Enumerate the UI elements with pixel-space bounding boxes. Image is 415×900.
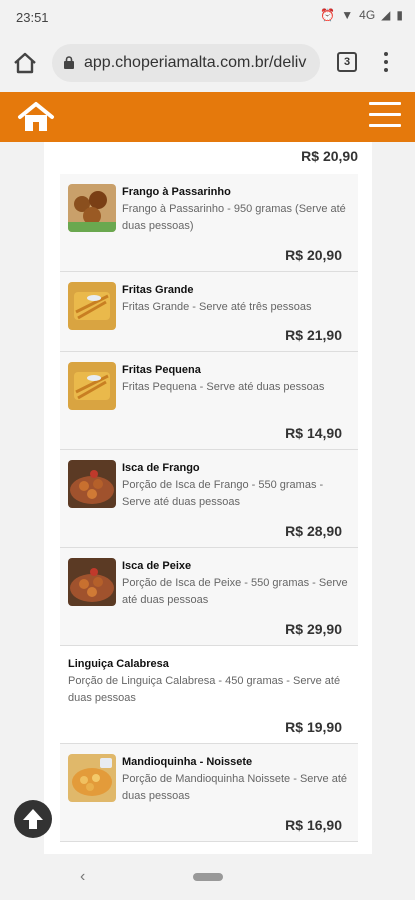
item-description: Porção de Linguiça Calabresa - 450 grama… [68, 675, 341, 704]
item-image [68, 754, 116, 802]
browser-toolbar: app.choperiamalta.com.br/deliv 3 [0, 36, 415, 92]
item-description: Porção de Isca de Peixe - 550 gramas - S… [122, 577, 348, 606]
item-price: R$ 20,90 [285, 247, 342, 263]
item-title: Isca de Frango [122, 462, 200, 474]
item-description: Fritas Grande - Serve até três pessoas [122, 301, 312, 313]
item-description: Porção de Isca de Frango - 550 gramas - … [122, 479, 324, 508]
item-description: Porção de Mandioquinha Noissete - Serve … [122, 773, 348, 802]
alarm-icon: ⏰ [320, 8, 336, 22]
item-price: R$ 21,90 [285, 327, 342, 343]
item-price: R$ 29,90 [285, 621, 342, 637]
site-header [0, 92, 415, 142]
lock-icon [64, 56, 74, 69]
home-icon[interactable] [16, 100, 56, 134]
tab-switcher-button[interactable]: 3 [337, 52, 357, 72]
menu-item[interactable]: Mandioquinha - Noissete Porção de Mandio… [60, 744, 358, 842]
wifi-icon: ▼ [341, 8, 354, 22]
menu-item[interactable]: Fritas Grande Fritas Grande - Serve até … [60, 272, 358, 352]
status-bar: 23:51 ⏰ ▼ 4G ◢ ▮ [0, 0, 415, 36]
menu-item[interactable]: Linguiça Calabresa Porção de Linguiça Ca… [60, 646, 358, 744]
url-text: app.choperiamalta.com.br/deliv [84, 54, 307, 71]
item-description: Fritas Pequena - Serve até duas pessoas [122, 381, 325, 393]
menu-item[interactable]: Isca de Peixe Porção de Isca de Peixe - … [60, 548, 358, 646]
home-pill[interactable] [193, 873, 223, 881]
signal-icon: ◢ [381, 8, 391, 22]
kebab-menu-icon[interactable] [381, 50, 391, 76]
item-price: R$ 16,90 [285, 817, 342, 833]
item-description: Frango à Passarinho - 950 gramas (Serve … [122, 203, 346, 232]
item-price: R$ 20,90 [301, 148, 358, 164]
arrow-up-icon [23, 809, 43, 829]
hamburger-menu-icon[interactable] [369, 102, 401, 128]
menu-item[interactable]: Fritas Pequena Fritas Pequena - Serve at… [60, 352, 358, 450]
item-image [68, 362, 116, 410]
item-price: R$ 28,90 [285, 523, 342, 539]
item-image [68, 558, 116, 606]
network-type: 4G [359, 8, 376, 22]
browser-home-icon[interactable] [12, 50, 38, 76]
battery-icon: ▮ [396, 8, 403, 22]
menu-list: R$ 20,90 Frango à Passarinho Frango à Pa… [44, 142, 372, 854]
item-title: Fritas Pequena [122, 364, 201, 376]
item-image [68, 460, 116, 508]
status-time: 23:51 [16, 10, 49, 25]
item-image [68, 184, 116, 232]
url-bar[interactable]: app.choperiamalta.com.br/deliv [52, 44, 320, 82]
item-price: R$ 19,90 [285, 719, 342, 735]
item-title: Mandioquinha - Noissete [122, 756, 253, 768]
item-title: Linguiça Calabresa [68, 658, 169, 670]
menu-item[interactable]: Isca de Frango Porção de Isca de Frango … [60, 450, 358, 548]
item-title: Isca de Peixe [122, 560, 192, 572]
scroll-to-top-button[interactable] [14, 800, 52, 838]
menu-item[interactable]: Frango à Passarinho Frango à Passarinho … [60, 174, 358, 272]
system-nav-bar: ‹ [0, 854, 415, 900]
status-icons: ⏰ ▼ 4G ◢ ▮ [320, 8, 403, 22]
item-price: R$ 14,90 [285, 425, 342, 441]
item-title: Frango à Passarinho [122, 186, 231, 198]
item-title: Fritas Grande [122, 284, 194, 296]
back-icon[interactable]: ‹ [80, 868, 85, 886]
item-image [68, 282, 116, 330]
